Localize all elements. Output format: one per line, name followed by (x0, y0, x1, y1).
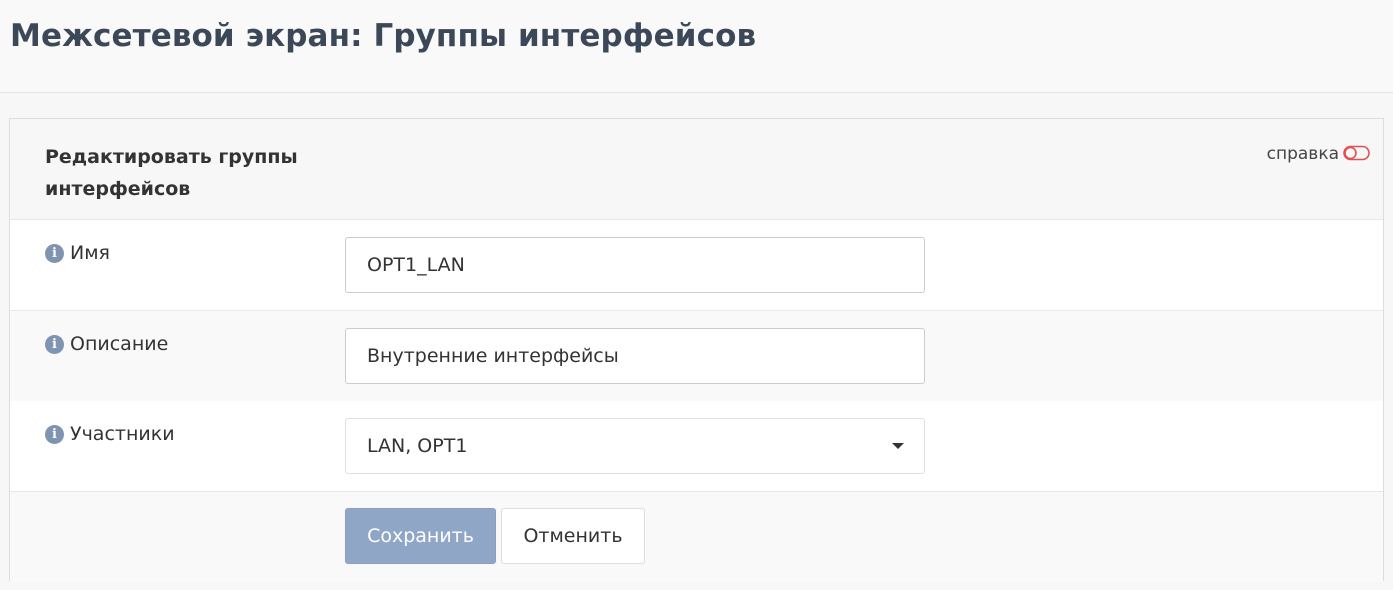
form-row-description: i Описание (10, 311, 1383, 402)
form-row-name: i Имя (10, 220, 1383, 311)
toggle-icon[interactable] (1343, 145, 1371, 163)
help-toggle[interactable]: справка (1267, 144, 1371, 164)
members-label-text: Участники (70, 423, 175, 445)
save-button[interactable]: Сохранить (345, 508, 496, 564)
info-icon[interactable]: i (45, 243, 64, 263)
form-row-members: i Участники LAN, OPT1 (10, 401, 1383, 492)
description-label-text: Описание (70, 333, 169, 355)
edit-interface-group-panel: Редактировать группы интерфейсов справка… (9, 118, 1384, 582)
cancel-button[interactable]: Отменить (501, 508, 645, 564)
members-select[interactable]: LAN, OPT1 (345, 418, 925, 474)
name-label-text: Имя (70, 242, 110, 264)
name-label: i Имя (45, 242, 110, 264)
info-icon[interactable]: i (45, 334, 64, 354)
description-input[interactable] (345, 328, 925, 384)
help-label[interactable]: справка (1267, 144, 1339, 164)
members-select-value: LAN, OPT1 (367, 435, 468, 457)
page-title: Межсетевой экран: Группы интерфейсов (10, 18, 757, 54)
caret-down-icon (892, 443, 904, 449)
page-header: Межсетевой экран: Группы интерфейсов (0, 0, 1393, 93)
panel-title: Редактировать группы интерфейсов (45, 146, 298, 200)
panel-heading: Редактировать группы интерфейсов справка (10, 119, 1383, 220)
name-input[interactable] (345, 237, 925, 293)
form-actions: Сохранить Отменить (10, 492, 1383, 582)
info-icon[interactable]: i (45, 424, 64, 444)
members-label: i Участники (45, 423, 175, 445)
description-label: i Описание (45, 333, 168, 355)
